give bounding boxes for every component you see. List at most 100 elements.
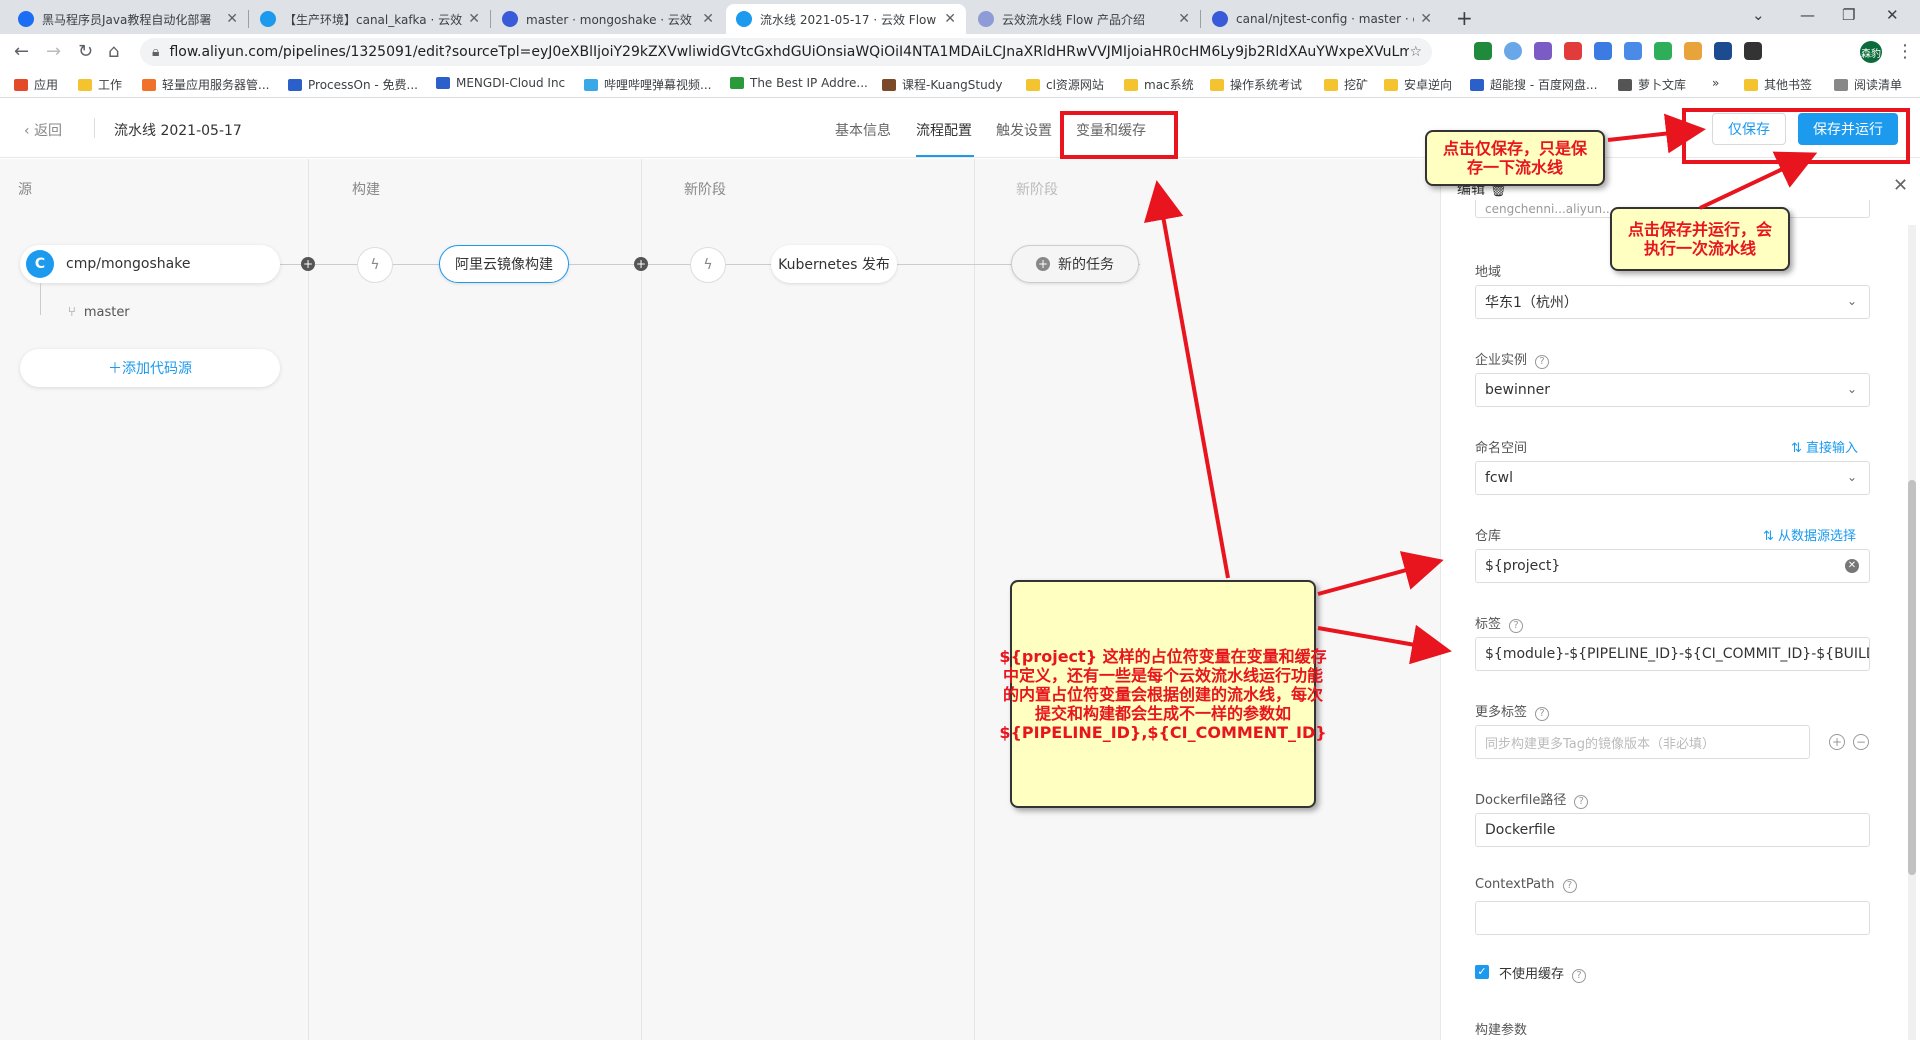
source-node[interactable]: C cmp/mongoshake xyxy=(20,245,280,283)
bookmark-item[interactable]: The Best IP Addre... xyxy=(730,76,868,90)
extension-icon[interactable] xyxy=(1624,42,1642,60)
bookmark-item[interactable]: 课程-KuangStudy xyxy=(882,76,1002,93)
extension-icon[interactable] xyxy=(1564,42,1582,60)
stage-label-build[interactable]: 构建 xyxy=(352,179,380,199)
plus-circle-icon: + xyxy=(1036,257,1050,271)
bookmark-item[interactable]: 阅读清单 xyxy=(1834,76,1902,93)
browser-tab[interactable]: canal/njtest-config · master · c ✕ xyxy=(1202,4,1442,34)
extension-icon[interactable] xyxy=(1744,42,1762,60)
namespace-select[interactable]: fcwl ⌄ xyxy=(1475,461,1870,495)
close-tab-icon[interactable]: ✕ xyxy=(944,11,956,27)
maximize-icon[interactable]: ❐ xyxy=(1842,6,1855,24)
bookmark-item[interactable]: MENGDI-Cloud Inc xyxy=(436,76,565,90)
stage-label-new[interactable]: 新阶段 xyxy=(684,179,726,199)
browser-tab-active[interactable]: 流水线 2021-05-17 · 云效 Flow ✕ xyxy=(726,4,966,34)
stage-trigger-icon[interactable]: ϟ xyxy=(357,247,393,283)
task-kubernetes-deploy[interactable]: Kubernetes 发布 xyxy=(771,245,897,283)
bookmarks-overflow[interactable]: » xyxy=(1712,76,1719,90)
tag-input[interactable]: ${module}-${PIPELINE_ID}-${CI_COMMIT_ID}… xyxy=(1475,637,1870,671)
home-icon[interactable]: ⌂ xyxy=(108,41,119,62)
add-stage-icon[interactable]: + xyxy=(301,257,315,271)
bookmark-item[interactable]: 萝卜文库 xyxy=(1618,76,1686,93)
remove-circle-icon[interactable]: − xyxy=(1853,734,1869,750)
region-select[interactable]: 华东1（杭州） ⌄ xyxy=(1475,285,1870,319)
stage-label-new[interactable]: 新阶段 xyxy=(1016,179,1058,199)
extension-icon[interactable] xyxy=(1474,42,1492,60)
help-icon[interactable]: ? xyxy=(1535,707,1550,721)
task-aliyun-image-build[interactable]: 阿里云镜像构建 xyxy=(439,245,569,283)
repository-input[interactable]: ${project} ✕ xyxy=(1475,549,1870,583)
help-icon[interactable]: ? xyxy=(1562,879,1577,893)
bookmark-star-icon[interactable]: ☆ xyxy=(1409,44,1422,60)
context-path-input[interactable] xyxy=(1475,901,1870,935)
add-source-button[interactable]: ＋添加代码源 xyxy=(20,349,280,387)
close-tab-icon[interactable]: ✕ xyxy=(1420,11,1432,27)
help-icon[interactable]: ? xyxy=(1572,969,1587,983)
bookmark-item[interactable]: 超能搜 - 百度网盘... xyxy=(1470,76,1597,93)
close-tab-icon[interactable]: ✕ xyxy=(226,11,238,27)
add-stage-icon[interactable]: + xyxy=(634,257,648,271)
site-icon xyxy=(1470,78,1484,91)
bookmark-item[interactable]: 哔哩哔哩弹幕视频... xyxy=(584,76,711,93)
close-window-icon[interactable]: ✕ xyxy=(1886,6,1899,24)
panel-scrollbar-thumb[interactable] xyxy=(1908,480,1916,875)
minimize-icon[interactable]: — xyxy=(1800,6,1815,24)
no-cache-checkbox[interactable]: ✓ xyxy=(1475,965,1489,979)
tab-favicon-icon xyxy=(260,11,276,27)
dockerfile-input[interactable]: Dockerfile xyxy=(1475,813,1870,847)
browser-tab[interactable]: 云效流水线 Flow 产品介绍 ✕ xyxy=(968,4,1200,34)
clear-icon[interactable]: ✕ xyxy=(1845,559,1859,573)
close-tab-icon[interactable]: ✕ xyxy=(1178,11,1190,27)
close-tab-icon[interactable]: ✕ xyxy=(468,11,480,27)
new-tab-icon[interactable]: + xyxy=(1456,6,1473,30)
tab-basic-info[interactable]: 基本信息 xyxy=(835,120,891,140)
select-from-datasource-link[interactable]: ⇅ 从数据源选择 xyxy=(1763,525,1856,544)
stage-trigger-icon[interactable]: ϟ xyxy=(690,247,726,283)
more-tags-label: 更多标签? xyxy=(1475,701,1550,721)
add-circle-icon[interactable]: + xyxy=(1829,734,1845,750)
browser-tab[interactable]: master · mongoshake · 云效 Co ✕ xyxy=(492,4,724,34)
bookmark-item[interactable]: mac系统 xyxy=(1124,76,1194,93)
bookmark-item[interactable]: ProcessOn - 免费... xyxy=(288,76,418,93)
help-icon[interactable]: ? xyxy=(1574,795,1589,809)
more-tags-input[interactable]: 同步构建更多Tag的镜像版本（非必填） xyxy=(1475,725,1810,759)
extension-icon[interactable] xyxy=(1654,42,1672,60)
bookmark-item[interactable]: 安卓逆向 xyxy=(1384,76,1452,93)
browser-tab[interactable]: 黑马程序员Java教程自动化部署 ✕ xyxy=(8,4,248,34)
address-bar[interactable]: 🔒︎ flow.aliyun.com/pipelines/1325091/edi… xyxy=(140,38,1432,66)
tab-favicon-icon xyxy=(736,11,752,27)
tab-search-icon[interactable]: ⌄ xyxy=(1752,6,1765,24)
bookmark-item[interactable]: cl资源网站 xyxy=(1026,76,1104,93)
bookmark-item[interactable]: 应用 xyxy=(14,76,58,93)
close-icon[interactable]: ✕ xyxy=(1893,175,1908,196)
bookmark-item[interactable]: 轻量应用服务器管... xyxy=(142,76,269,93)
extension-icon[interactable] xyxy=(1684,42,1702,60)
extension-icon[interactable] xyxy=(1714,42,1732,60)
close-tab-icon[interactable]: ✕ xyxy=(702,11,714,27)
reload-icon[interactable]: ↻ xyxy=(78,41,93,62)
bookmark-item[interactable]: 工作 xyxy=(78,76,122,93)
extension-icon[interactable] xyxy=(1534,42,1552,60)
help-icon[interactable]: ? xyxy=(1535,355,1550,369)
branch-label: ⑂ master xyxy=(68,305,130,320)
back-arrow-icon[interactable]: ← xyxy=(14,41,29,62)
new-task-button[interactable]: + 新的任务 xyxy=(1011,245,1139,283)
tab-flow-config[interactable]: 流程配置 xyxy=(916,120,972,140)
site-icon xyxy=(1618,78,1632,91)
forward-arrow-icon[interactable]: → xyxy=(46,41,61,62)
extension-icon[interactable] xyxy=(1504,42,1522,60)
back-link[interactable]: ‹ 返回 xyxy=(24,120,62,140)
bookmark-item[interactable]: 挖矿 xyxy=(1324,76,1368,93)
tab-favicon-icon xyxy=(18,11,34,27)
extension-icon[interactable] xyxy=(1594,42,1612,60)
menu-dots-icon[interactable]: ⋮ xyxy=(1896,41,1914,62)
profile-avatar[interactable]: 森豹 xyxy=(1860,41,1882,63)
bookmark-item[interactable]: 其他书签 xyxy=(1744,76,1812,93)
direct-input-link[interactable]: ⇅ 直接输入 xyxy=(1791,437,1858,456)
stage-label-source: 源 xyxy=(18,182,32,198)
help-icon[interactable]: ? xyxy=(1509,619,1524,633)
tab-trigger-settings[interactable]: 触发设置 xyxy=(996,120,1052,140)
browser-tab[interactable]: 【生产环境】canal_kafka · 云效 ✕ xyxy=(250,4,490,34)
bookmark-item[interactable]: 操作系统考试 xyxy=(1210,76,1302,93)
instance-select[interactable]: bewinner ⌄ xyxy=(1475,373,1870,407)
